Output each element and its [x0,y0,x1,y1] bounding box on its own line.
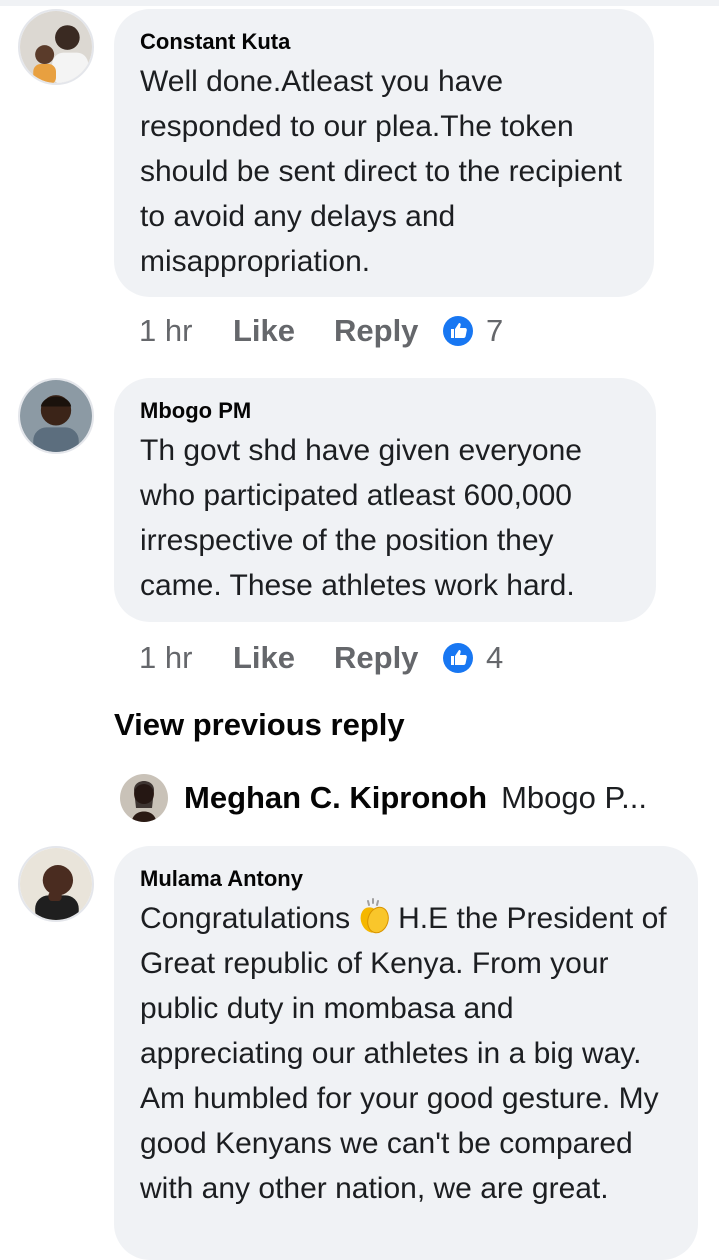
like-button[interactable]: Like [233,313,334,349]
comment-text-start: Congratulations [140,902,351,935]
avatar[interactable] [18,9,94,85]
thumbs-up-icon[interactable] [442,315,474,347]
avatar[interactable] [18,846,94,922]
thumbs-up-icon[interactable] [442,642,474,674]
comment-bubble: Mulama Antony Congratulations H.E the Pr… [114,846,698,1260]
reply-preview[interactable]: Meghan C. Kipronoh Mbogo P... [120,773,647,823]
comment-actions: 1 hr Like Reply 7 [139,311,503,351]
comment-author[interactable]: Mulama Antony [140,866,672,892]
avatar[interactable] [18,378,94,454]
comment-bubble: Constant Kuta Well done.Atleast you have… [114,9,654,297]
reply-button[interactable]: Reply [334,640,442,676]
like-button[interactable]: Like [233,640,334,676]
comment-time[interactable]: 1 hr [139,313,233,349]
clapping-hands-icon [354,896,394,936]
comment-actions: 1 hr Like Reply 4 [139,638,503,678]
avatar[interactable] [120,774,168,822]
top-divider [0,0,719,6]
comment-author[interactable]: Constant Kuta [140,29,628,55]
reaction-count[interactable]: 4 [486,640,503,676]
view-previous-reply-link[interactable]: View previous reply [114,707,405,743]
comment-text: Congratulations H.E the President of Gre… [140,896,672,1211]
reaction-count[interactable]: 7 [486,313,503,349]
reply-button[interactable]: Reply [334,313,442,349]
comment-author[interactable]: Mbogo PM [140,398,630,424]
comment-text-end: H.E the President of Great republic of K… [140,902,667,1205]
comment-text: Well done.Atleast you have responded to … [140,65,622,278]
reply-preview-text: Mbogo P... [501,780,648,815]
comment-time[interactable]: 1 hr [139,640,233,676]
comment-text: Th govt shd have given everyone who part… [140,434,582,602]
reply-author[interactable]: Meghan C. Kipronoh [184,780,487,816]
comment-bubble: Mbogo PM Th govt shd have given everyone… [114,378,656,622]
